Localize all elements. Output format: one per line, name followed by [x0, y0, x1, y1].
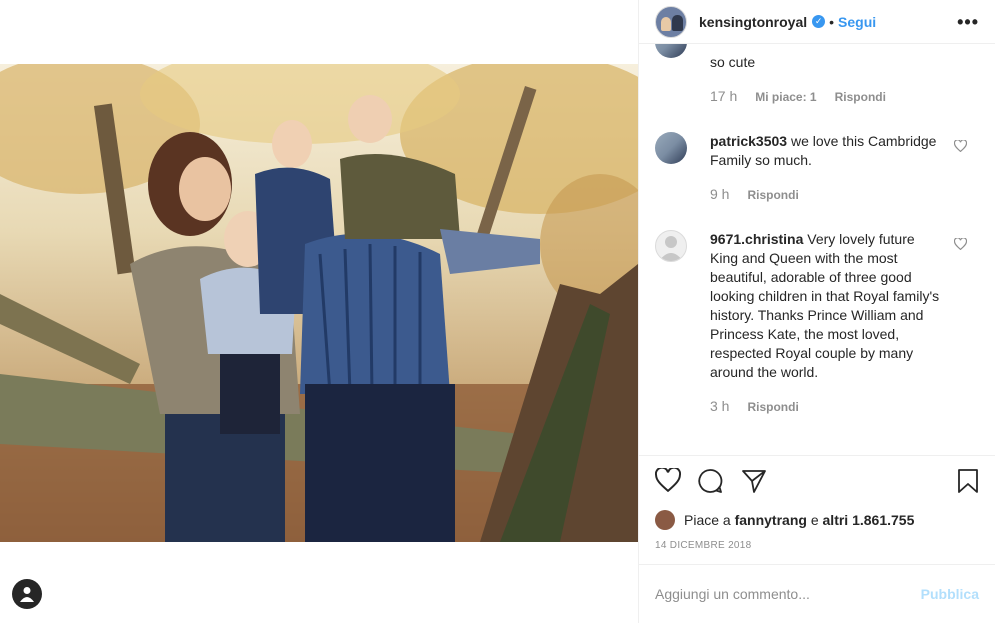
- comment-item: 9671.christina Very lovely future King a…: [655, 230, 979, 414]
- more-options-icon[interactable]: •••: [957, 12, 979, 33]
- like-comment-heart-icon[interactable]: [954, 238, 967, 250]
- comment-text: 9671.christina Very lovely future King a…: [710, 230, 940, 382]
- comment-meta: 17 h Mi piace: 1 Rispondi: [710, 88, 979, 104]
- comment-time: 17 h: [710, 88, 738, 104]
- post-date[interactable]: 14 DICEMBRE 2018: [655, 540, 752, 551]
- like-comment-heart-icon[interactable]: [954, 140, 967, 152]
- likes-conj: e: [810, 512, 819, 528]
- follow-button[interactable]: Segui: [838, 14, 876, 30]
- author-avatar[interactable]: [655, 5, 687, 38]
- comment-time: 9 h: [710, 186, 730, 202]
- comment-username[interactable]: patrick3503: [710, 133, 787, 149]
- comment-avatar[interactable]: [655, 230, 687, 262]
- comment-input[interactable]: [655, 586, 921, 602]
- comment-text: patrick3503 we love this Cambridge Famil…: [710, 132, 940, 170]
- family-photo-illustration: [0, 64, 638, 542]
- publish-button[interactable]: Pubblica: [921, 586, 979, 602]
- reply-button[interactable]: Rispondi: [835, 90, 886, 104]
- action-bar: [655, 468, 979, 496]
- reply-button[interactable]: Rispondi: [747, 400, 798, 414]
- comment-body: so cute: [710, 54, 756, 70]
- comment-username[interactable]: 9671.christina: [710, 231, 803, 247]
- comment-meta: 3 h Rispondi: [710, 398, 979, 414]
- post-actions: Piace a fannytrang e altri 1.861.755 14 …: [639, 455, 995, 565]
- reply-button[interactable]: Rispondi: [747, 188, 798, 202]
- photo-pane: [0, 0, 638, 623]
- bookmark-icon[interactable]: [957, 468, 979, 494]
- likes-others-link[interactable]: altri 1.861.755: [823, 512, 915, 528]
- liker-avatar[interactable]: [655, 510, 675, 530]
- account-icon[interactable]: [12, 579, 42, 609]
- comment-likes-link[interactable]: Mi piace: 1: [755, 90, 816, 104]
- author-username[interactable]: kensingtonroyal: [699, 14, 807, 30]
- comment-item: patrick3503 we love this Cambridge Famil…: [655, 132, 979, 202]
- post-photo[interactable]: [0, 64, 638, 542]
- post-side-panel: kensingtonroyal ✓ • Segui ••• so cute 17…: [638, 0, 995, 623]
- comment-body: Very lovely future King and Queen with t…: [710, 231, 940, 380]
- add-comment-bar: Pubblica: [639, 564, 995, 623]
- comment-time: 3 h: [710, 398, 730, 414]
- comment-avatar[interactable]: [655, 44, 687, 58]
- post-header: kensingtonroyal ✓ • Segui •••: [639, 0, 995, 44]
- verified-badge-icon: ✓: [812, 15, 826, 28]
- comment-text: so cute: [710, 44, 940, 72]
- header-separator: •: [829, 13, 835, 30]
- comment-meta: 9 h Rispondi: [710, 186, 979, 202]
- heart-icon[interactable]: [655, 468, 681, 492]
- likes-summary: Piace a fannytrang e altri 1.861.755: [655, 510, 914, 530]
- comments-list[interactable]: so cute 17 h Mi piace: 1 Rispondi patric…: [639, 44, 995, 455]
- likes-prefix: Piace a: [684, 512, 731, 528]
- comment-icon[interactable]: [697, 468, 723, 494]
- liker-username[interactable]: fannytrang: [735, 512, 807, 528]
- share-icon[interactable]: [741, 468, 767, 494]
- comment-item: so cute 17 h Mi piace: 1 Rispondi: [655, 44, 979, 104]
- comment-avatar[interactable]: [655, 132, 687, 164]
